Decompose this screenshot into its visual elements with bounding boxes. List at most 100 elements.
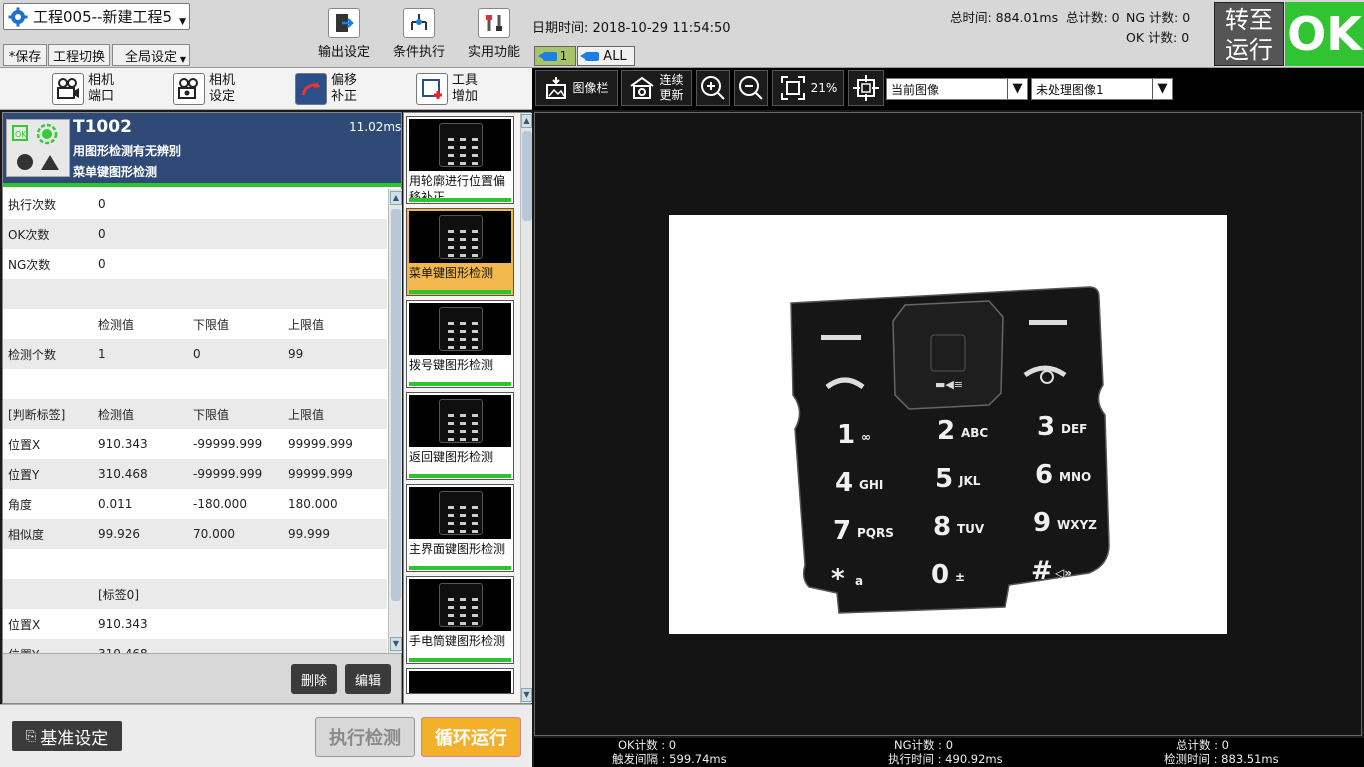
scroll-up-icon[interactable]: ▲ (521, 114, 532, 128)
table-row: 检测个数 1 0 99 (3, 339, 387, 369)
table-cell: 位置Y (8, 467, 40, 482)
image-source-value: 当前图像 (891, 82, 940, 97)
table-row: 位置X 910.343 -99999.999 99999.999 (3, 429, 387, 459)
table-cell: 180.000 (288, 497, 338, 511)
tool-list-item[interactable]: 主界面键图形检测 (406, 484, 514, 572)
tool-list-label: 手电筒键图形检测 (409, 634, 506, 648)
scroll-down-icon[interactable]: ▼ (390, 637, 402, 651)
keypad-digit: 0 (931, 560, 949, 590)
tool-id: T1002 (73, 117, 132, 137)
keypad-image: ▬◀≡ 1 ∞ 2 ABC 3 DEF 4 GHI 5 JKL 6 MNO 7 PQRS 8 TUV 9 WXYZ… (790, 286, 1110, 614)
table-cell: [判断标签] (8, 407, 66, 422)
keypad-letters: WXYZ (1057, 518, 1097, 532)
project-select[interactable]: 工程005--新建工程5 ▼ (3, 3, 190, 30)
edit-button[interactable]: 编辑 (345, 664, 391, 694)
table-cell: -180.000 (193, 497, 247, 511)
table-row: 角度 0.011 -180.000 180.000 (3, 489, 387, 519)
tool-list-item[interactable]: 用轮廓进行位置偏移补正 (406, 116, 514, 204)
tool-list: 用轮廓进行位置偏移补正 菜单键图形检测 拨号键图形检测 返回键图形检测 主界面键… (403, 112, 532, 704)
switch-to-run-button[interactable]: 转至 运行 (1214, 2, 1284, 66)
export-icon (328, 8, 360, 38)
table-cell: 位置X (8, 617, 41, 632)
scroll-thumb[interactable] (391, 209, 401, 601)
ok-count: OK 计数: 0 (1126, 30, 1190, 45)
camera-1-button[interactable]: 1 (534, 46, 576, 66)
keypad-digit: 6 (1035, 460, 1053, 490)
tool-list-item[interactable]: 拨号键图形检测 (406, 300, 514, 388)
scroll-thumb[interactable] (522, 131, 532, 221)
fit-zoom-button[interactable]: 21% (772, 70, 844, 106)
camera-image: ▬◀≡ 1 ∞ 2 ABC 3 DEF 4 GHI 5 JKL 6 MNO 7 PQRS 8 TUV 9 WXYZ… (669, 215, 1227, 634)
table-cell: 0 (98, 197, 106, 211)
add-tool-line1: 工具 (452, 73, 479, 88)
keypad-digit: 1 (837, 420, 855, 450)
scroll-up-icon[interactable]: ▲ (390, 191, 402, 205)
table-row: [标签0] (3, 579, 387, 609)
table-row: NG次数 0 (3, 249, 387, 279)
table-cell: 99.926 (98, 527, 140, 541)
tool-description: 用图形检测有无辨别 (73, 144, 182, 158)
save-button[interactable]: *保存 (3, 44, 47, 66)
image-source-select[interactable]: 当前图像 ▼ (886, 78, 1028, 100)
total-count: 总计数: 0 (1066, 10, 1120, 25)
tool-list-label: 返回键图形检测 (409, 450, 494, 464)
utility-button[interactable]: 实用功能 (462, 8, 526, 64)
status-bar: OK计数 : 0 触发间隔 : 599.74ms NG计数 : 0 执行时间 :… (534, 738, 1364, 767)
keypad-digit: 4 (835, 468, 853, 498)
zoom-out-button[interactable] (734, 70, 768, 106)
image-bar-button[interactable]: 图像栏 (535, 70, 618, 106)
tool-list-item[interactable]: 返回键图形检测 (406, 392, 514, 480)
camera-settings-button[interactable]: 相机 设定 (173, 72, 235, 106)
offset-correction-button[interactable]: 偏移 补正 (295, 72, 357, 106)
table-cell: NG次数 (8, 257, 51, 272)
global-settings-label: 全局设定 (124, 49, 177, 65)
image-select-value: 未处理图像1 (1036, 82, 1104, 97)
status-exec-time: 执行时间 : 490.92ms (888, 752, 1003, 766)
camera-settings-icon (173, 73, 205, 105)
tool-list-item[interactable] (406, 668, 514, 694)
loop-run-button[interactable]: 循环运行 (421, 717, 521, 757)
gear-icon (8, 7, 28, 26)
tool-status-bar (409, 566, 511, 570)
delete-button[interactable]: 删除 (291, 664, 337, 694)
continuous-update-button[interactable]: 连续 更新 (621, 70, 692, 106)
execute-detect-button[interactable]: 执行检测 (315, 717, 415, 757)
table-cell: 1 (98, 347, 106, 361)
camera-all-button[interactable]: ALL (577, 46, 635, 66)
continuous-update-line2: 更新 (659, 88, 684, 102)
status-total-count: 总计数 : 0 (1176, 738, 1230, 752)
table-cell: 99999.999 (288, 467, 353, 481)
image-select[interactable]: 未处理图像1 ▼ (1031, 78, 1173, 100)
table-cell: 99.999 (288, 527, 330, 541)
tool-list-item[interactable]: 菜单键图形检测 (406, 208, 514, 296)
keypad-digit: 9 (1033, 508, 1051, 538)
detail-scrollbar[interactable]: ▲ ▼ (388, 189, 402, 653)
global-settings-button[interactable]: 全局设定 ▼ (112, 44, 190, 66)
region-select-button[interactable] (848, 70, 884, 106)
table-row: 执行次数 0 (3, 189, 387, 219)
tool-list-label: 拨号键图形检测 (409, 358, 494, 372)
table-row: 检测值 下限值 上限值 (3, 309, 387, 339)
table-cell: 检测个数 (8, 347, 57, 362)
camera-port-button[interactable]: 相机 端口 (52, 72, 114, 106)
status-bar-green (3, 183, 401, 187)
camera-settings-line2: 设定 (209, 89, 236, 104)
zoom-in-button[interactable] (696, 70, 730, 106)
table-cell: 0.011 (98, 497, 133, 511)
add-tool-button[interactable]: 工具 增加 (416, 72, 478, 106)
tool-list-scrollbar[interactable]: ▲ ▼ (520, 113, 532, 703)
scroll-down-icon[interactable]: ▼ (521, 688, 532, 702)
camera-icon (580, 51, 600, 61)
image-bar-icon (546, 77, 567, 99)
tool-thumbnail (409, 671, 511, 693)
tool-status-bar (409, 290, 511, 294)
offset-icon (295, 73, 327, 105)
add-tool-line2: 增加 (452, 89, 479, 104)
tool-list-item[interactable]: 手电筒键图形检测 (406, 576, 514, 664)
switch-project-button[interactable]: 工程切换 (48, 44, 110, 66)
base-settings-button[interactable]: ⎘ 基准设定 (12, 721, 122, 751)
image-viewer[interactable]: ▬◀≡ 1 ∞ 2 ABC 3 DEF 4 GHI 5 JKL 6 MNO 7 PQRS 8 TUV 9 WXYZ… (534, 112, 1362, 736)
continuous-update-line1: 连续 (659, 73, 684, 87)
condition-exec-button[interactable]: 条件执行 (387, 8, 451, 64)
output-settings-button[interactable]: 输出设定 (312, 8, 376, 64)
